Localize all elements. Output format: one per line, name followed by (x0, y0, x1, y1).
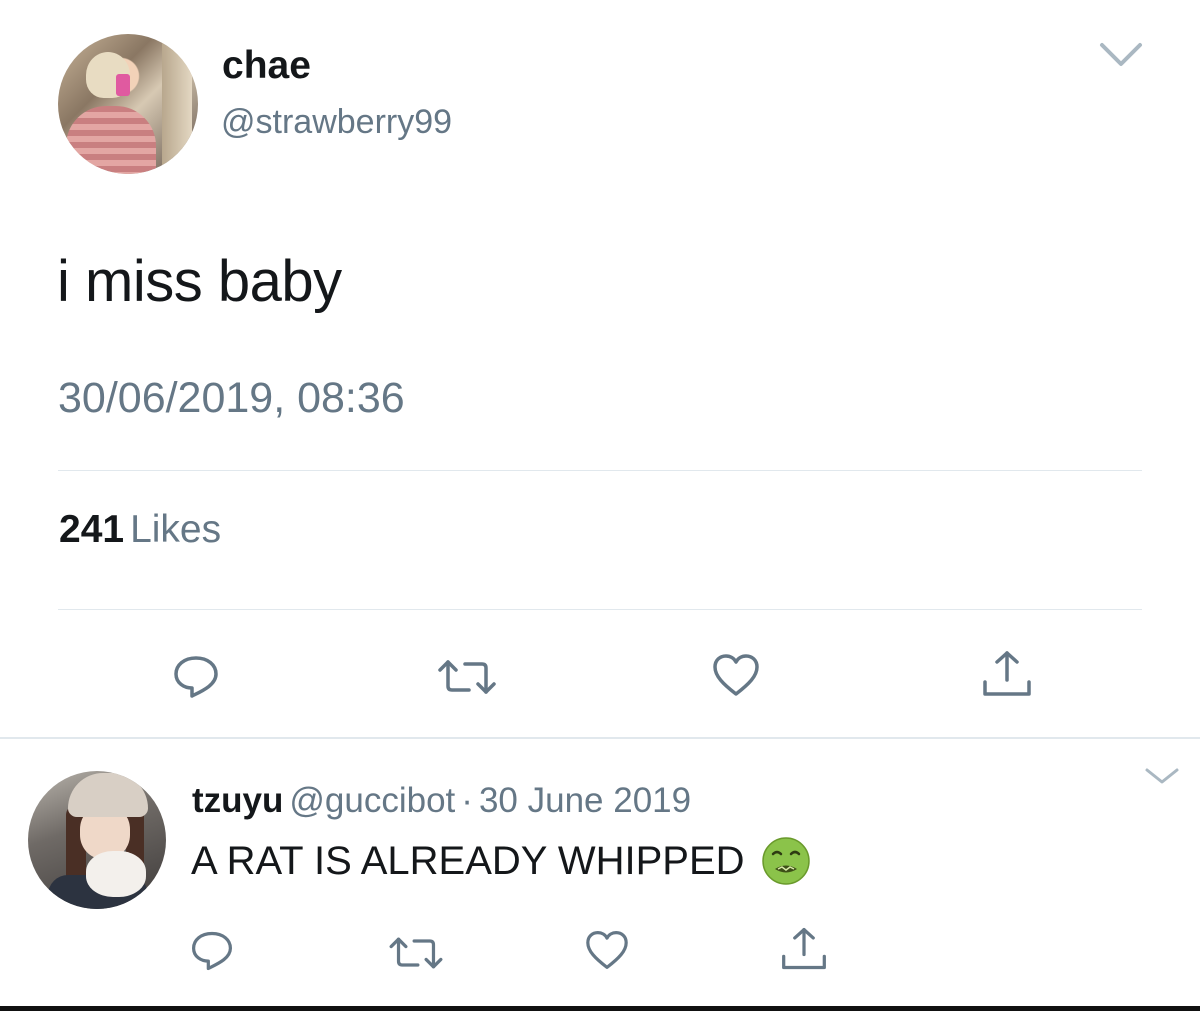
author-avatar[interactable] (58, 34, 198, 174)
retweet-icon[interactable] (437, 652, 497, 702)
avatar-background (162, 34, 192, 174)
share-icon[interactable] (981, 648, 1033, 700)
share-icon[interactable] (780, 925, 828, 973)
likes-label: Likes (130, 508, 222, 551)
reply-icon[interactable] (171, 652, 221, 702)
tweet-text: i miss baby (57, 249, 342, 314)
reply-header: tzuyu @guccibot · 30 June 2019 (192, 781, 691, 821)
avatar-phone (116, 74, 130, 96)
bottom-edge (0, 1006, 1200, 1011)
avatar-pet (86, 851, 146, 897)
section-divider (0, 737, 1200, 739)
tweet-timestamp[interactable]: 30/06/2019, 08:36 (58, 374, 405, 423)
retweet-icon[interactable] (388, 930, 444, 976)
avatar-shirt (66, 106, 156, 174)
like-icon[interactable] (711, 652, 761, 698)
like-icon[interactable] (584, 929, 630, 971)
author-display-name[interactable]: chae (222, 44, 311, 88)
reply-icon[interactable] (189, 928, 235, 974)
avatar-hat (68, 773, 148, 817)
author-handle[interactable]: @strawberry99 (221, 103, 452, 142)
chevron-down-icon[interactable] (1143, 764, 1181, 788)
likes-summary[interactable]: 241 Likes (59, 508, 221, 552)
reply-text: A RAT IS ALREADY WHIPPED (191, 838, 745, 883)
reply-author-display-name[interactable]: tzuyu (192, 781, 283, 820)
reply-author-avatar[interactable] (28, 771, 166, 909)
divider (58, 609, 1142, 610)
nauseated-face-emoji (761, 836, 811, 886)
separator-dot: · (461, 781, 473, 820)
reply-date[interactable]: 30 June 2019 (479, 781, 691, 820)
chevron-down-icon[interactable] (1098, 40, 1144, 70)
likes-count: 241 (59, 508, 125, 551)
divider (58, 470, 1142, 471)
reply-author-handle[interactable]: @guccibot (289, 781, 455, 820)
reply-text-row: A RAT IS ALREADY WHIPPED (191, 836, 811, 886)
